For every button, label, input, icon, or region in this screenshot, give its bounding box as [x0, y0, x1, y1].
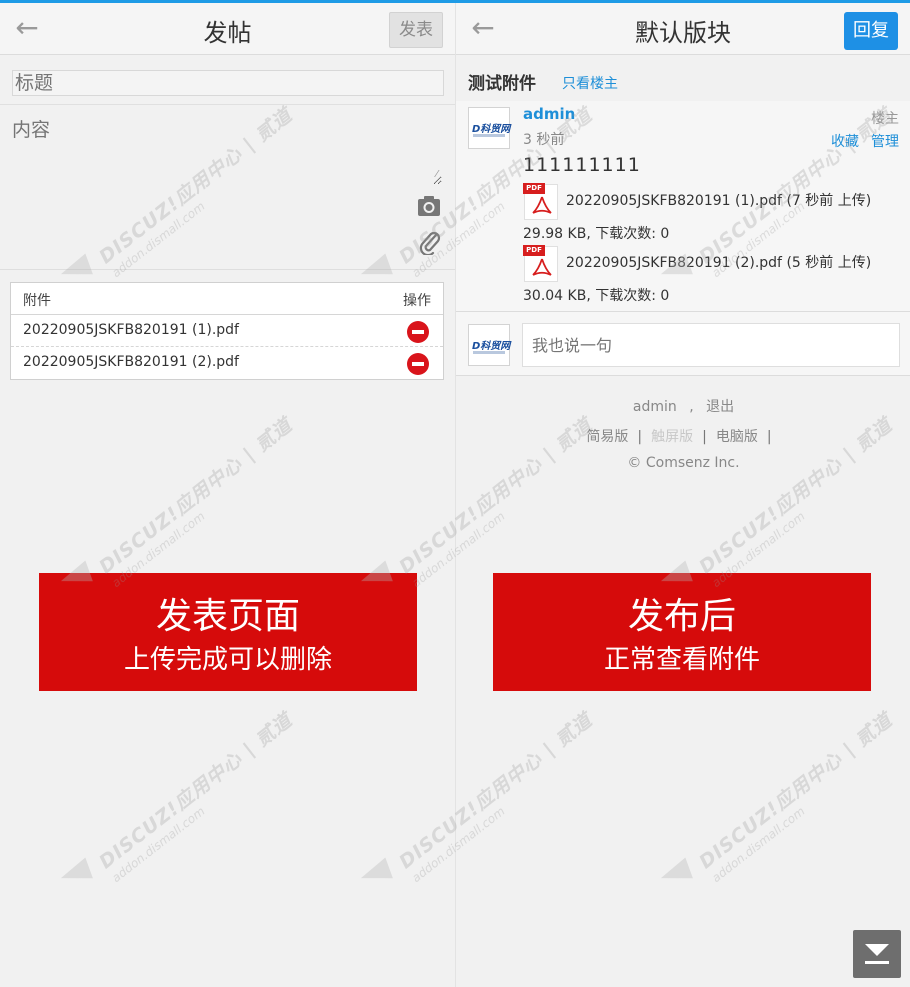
pdf-tag: PDF	[523, 245, 545, 256]
publish-button[interactable]: 发表	[389, 12, 443, 48]
footer-username-link[interactable]: admin	[633, 399, 677, 415]
footer-separator: |	[766, 429, 772, 445]
touch-version-link[interactable]: 触屏版	[651, 429, 693, 445]
attachment-table: 附件 操作 20220905JSKFB820191 (1).pdf 202209…	[10, 282, 444, 380]
thread-title: 测试附件	[468, 74, 536, 94]
attachment-filename: 20220905JSKFB820191 (1).pdf	[23, 322, 239, 338]
banner-subtitle: 上传完成可以删除	[123, 645, 332, 675]
scroll-to-bottom-icon[interactable]	[853, 930, 901, 978]
banner-title: 发布后	[627, 596, 736, 637]
divider	[0, 104, 455, 105]
attachment-meta: 30.04 KB, 下载次数: 0	[523, 288, 670, 304]
delete-icon[interactable]	[407, 321, 429, 343]
attachment-meta: 29.98 KB, 下载次数: 0	[523, 226, 670, 242]
footer-separator: |	[702, 429, 707, 445]
avatar-logo-bar	[473, 134, 505, 137]
annotation-banner-compose: 发表页面 上传完成可以删除	[39, 573, 417, 691]
avatar-logo-bar	[473, 351, 505, 354]
avatar[interactable]: D科贸网	[468, 107, 510, 149]
compose-header: ← 发帖 发表	[0, 3, 455, 55]
pdf-file-icon: PDF	[523, 245, 558, 282]
avatar-logo-text: D科贸网	[472, 124, 511, 135]
only-op-link[interactable]: 只看楼主	[562, 73, 618, 93]
quick-reply-bar: D科贸网	[456, 312, 910, 376]
attachment-table-header: 附件 操作	[11, 283, 443, 315]
avatar: D科贸网	[468, 324, 510, 366]
pc-version-link[interactable]: 电脑版	[716, 429, 758, 445]
banner-subtitle: 正常查看附件	[603, 645, 760, 675]
footer-user-line: admin , 退出	[456, 396, 910, 416]
reply-button[interactable]: 回复	[844, 12, 898, 50]
quick-reply-input[interactable]	[522, 323, 900, 367]
avatar-logo-text: D科贸网	[472, 341, 511, 352]
attachment-filename: 20220905JSKFB820191 (2).pdf	[23, 354, 239, 370]
delete-icon[interactable]	[407, 353, 429, 375]
banner-title: 发表页面	[155, 596, 300, 637]
resize-handle-icon[interactable]: ⁄	[436, 169, 438, 180]
title-input[interactable]	[12, 70, 444, 96]
footer-comma: ,	[689, 399, 694, 415]
table-row: 20220905JSKFB820191 (2).pdf	[11, 347, 443, 379]
col-header-attachment: 附件	[23, 293, 51, 309]
thread-header: ← 默认版块 回复	[456, 3, 910, 55]
logout-link[interactable]: 退出	[706, 399, 734, 415]
footer-separator: |	[637, 429, 643, 445]
page-title: 默认版块	[635, 19, 731, 47]
col-header-action: 操作	[403, 293, 431, 309]
annotation-banner-view: 发布后 正常查看附件	[493, 573, 871, 691]
table-row: 20220905JSKFB820191 (1).pdf	[11, 315, 443, 347]
page-title: 发帖	[203, 19, 252, 47]
